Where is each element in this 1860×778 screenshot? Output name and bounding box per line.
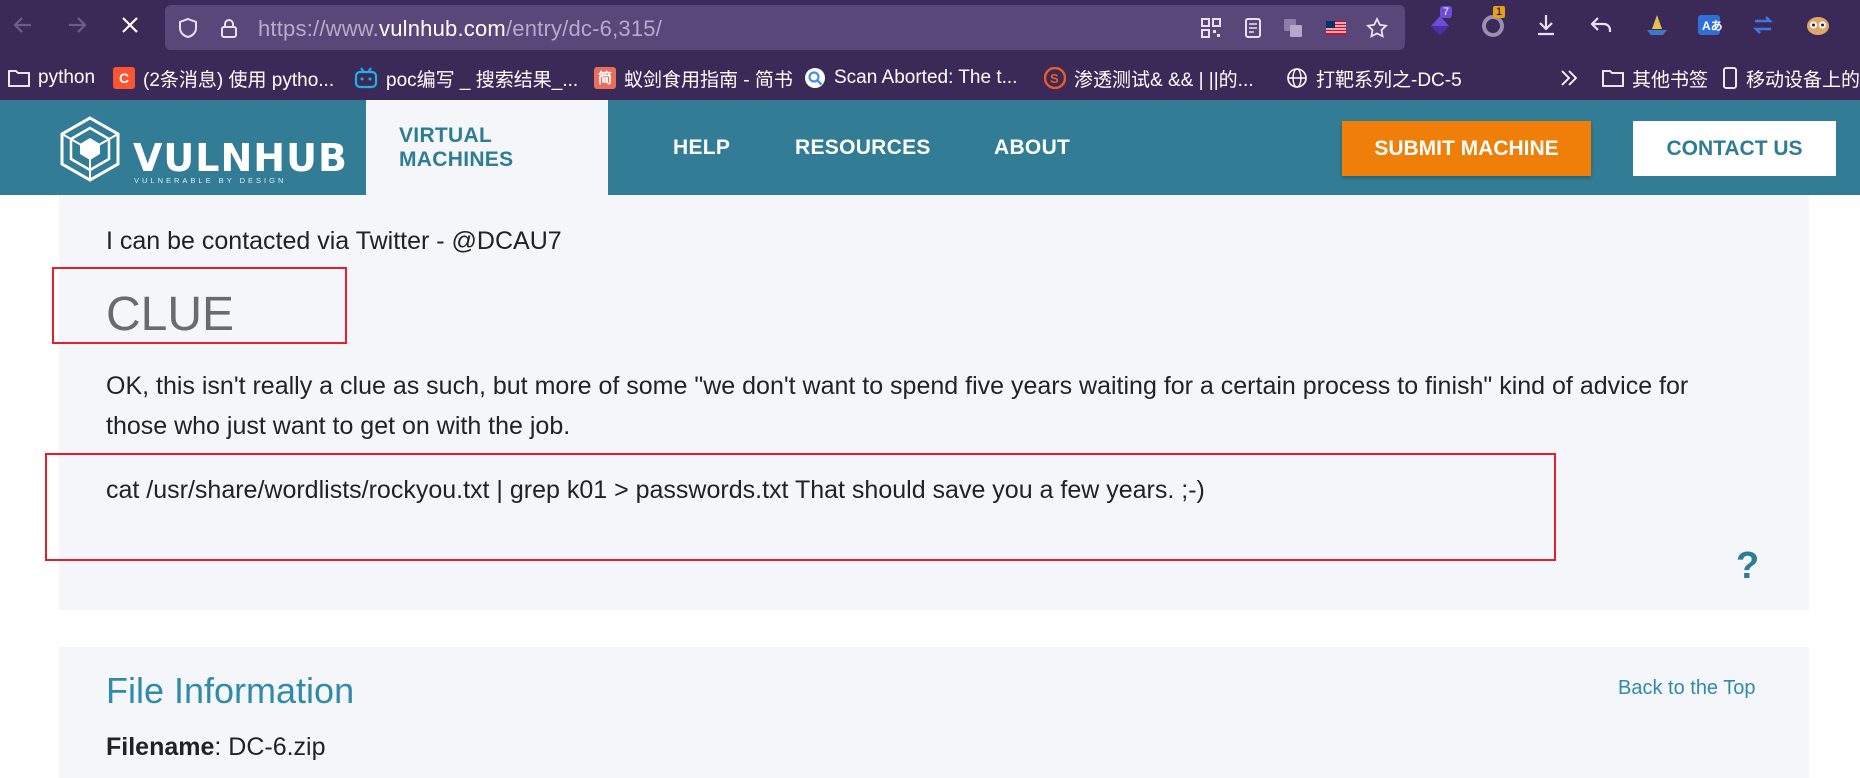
nav-virtual-machines[interactable]: VIRTUAL MACHINES (366, 100, 608, 195)
extension-owl-icon[interactable] (1804, 11, 1832, 39)
nav-resources[interactable]: RESOURCES (795, 100, 931, 195)
url-text[interactable]: https://www.vulnhub.com/entry/dc-6,315/ (258, 16, 662, 42)
folder-icon (1602, 70, 1624, 87)
reader-view-icon[interactable] (1242, 17, 1264, 39)
mobile-icon (1723, 67, 1737, 89)
s-logo-icon: S (1044, 67, 1066, 89)
nav-about[interactable]: ABOUT (994, 100, 1070, 195)
download-icon[interactable] (1532, 11, 1560, 39)
bookmark-jianshu[interactable]: 简 蚁剑食用指南 - 简书 (594, 65, 793, 91)
file-information-heading: File Information (106, 670, 355, 711)
extension-circle-icon[interactable]: 1 (1480, 6, 1508, 39)
bookmark-scan-aborted[interactable]: Scan Aborted: The t... (804, 65, 1017, 91)
globe-icon (1287, 68, 1307, 88)
forward-icon[interactable] (62, 10, 92, 40)
extension-ship-icon[interactable] (1643, 11, 1671, 39)
chevron-double-right-icon[interactable] (1558, 65, 1580, 91)
bookmark-folder-other[interactable]: 其他书签 (1602, 65, 1708, 91)
help-question-icon[interactable]: ? (1736, 545, 1759, 588)
lock-icon[interactable] (218, 17, 240, 39)
command-text: cat /usr/share/wordlists/rockyou.txt | g… (106, 476, 1205, 504)
nav-help[interactable]: HELP (673, 100, 730, 195)
svg-text:S: S (1050, 71, 1059, 86)
stop-loading-icon[interactable] (115, 10, 145, 40)
back-to-top-link[interactable]: Back to the Top (1618, 677, 1756, 700)
bookmark-csdn[interactable]: C (2条消息) 使用 pytho... (113, 65, 334, 91)
us-flag-icon[interactable] (1325, 17, 1347, 39)
search-icon (805, 68, 825, 88)
bookmark-dc5[interactable]: 打靶系列之-DC-5 (1286, 65, 1462, 91)
filename-label: Filename (106, 733, 215, 761)
extension-badge: 7 (1440, 6, 1453, 18)
filename-row: Filename: DC-6.zip (106, 733, 326, 762)
bookmark-bilibili[interactable]: poc编写 _ 搜索结果_... (354, 65, 578, 91)
filename-value: : DC-6.zip (214, 733, 326, 761)
submit-machine-button[interactable]: SUBMIT MACHINE (1342, 121, 1591, 176)
bookmark-folder-mobile[interactable]: 移动设备上的书签 (1722, 65, 1860, 91)
shield-icon[interactable] (177, 17, 199, 39)
contact-us-button[interactable]: CONTACT US (1633, 121, 1836, 176)
address-bar[interactable]: https://www.vulnhub.com/entry/dc-6,315/ (165, 5, 1405, 50)
folder-icon (8, 70, 30, 87)
extension-badge: 1 (1493, 6, 1506, 18)
bookmark-folder-python[interactable]: python (8, 65, 95, 91)
csdn-icon: C (113, 67, 135, 89)
vulnhub-logo[interactable]: VULNHUB VULNERABLE BY DESIGN (58, 114, 347, 185)
svg-text:Aあ: Aあ (1702, 19, 1722, 33)
back-icon[interactable] (8, 10, 38, 40)
clue-heading: CLUE (106, 288, 235, 341)
bilibili-icon (354, 67, 378, 89)
qr-code-icon[interactable] (1200, 17, 1222, 39)
logo-cube-icon (60, 116, 120, 182)
extension-gem-icon[interactable]: 7 (1426, 6, 1454, 39)
browser-toolbar: https://www.vulnhub.com/entry/dc-6,315/ … (0, 0, 1860, 55)
bookmark-star-icon[interactable] (1366, 17, 1388, 39)
clue-paragraph: OK, this isn't really a clue as such, bu… (106, 372, 1689, 440)
highlight-box-command (45, 453, 1556, 561)
jianshu-icon: 简 (594, 67, 616, 89)
undo-icon[interactable] (1587, 11, 1615, 39)
logo-tagline: VULNERABLE BY DESIGN (134, 176, 287, 185)
translate-icon[interactable] (1282, 17, 1304, 39)
contact-line: I can be contacted via Twitter - @DCAU7 (106, 227, 562, 255)
bookmarks-bar: python C (2条消息) 使用 pytho... poc编写 _ 搜索结果… (0, 55, 1860, 101)
bookmark-pentest[interactable]: S 渗透测试& && | ||的... (1044, 65, 1254, 91)
logo-text: VULNHUB (133, 136, 348, 180)
extension-sync-icon[interactable] (1749, 11, 1777, 39)
extension-translate-icon[interactable]: Aあ (1695, 11, 1723, 39)
